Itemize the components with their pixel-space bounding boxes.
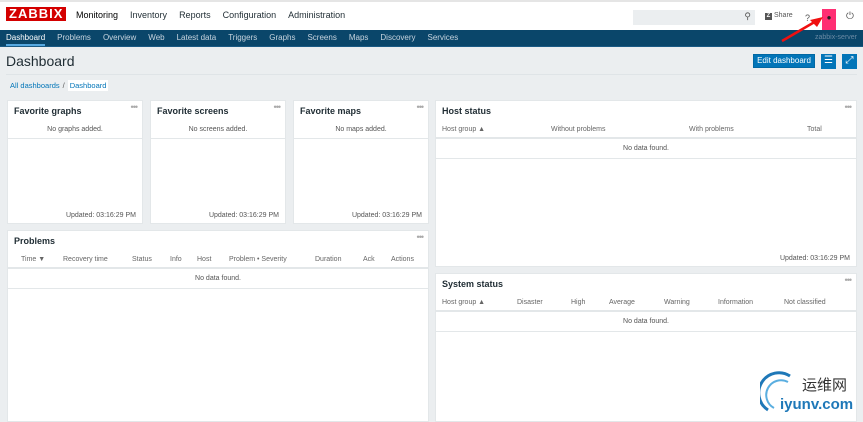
table-header: Time ▼ Recovery time Status Info Host Pr… <box>8 251 428 269</box>
column-duration: Duration <box>315 256 342 263</box>
widget-host-status: Host status ••• Host group ▲ Without prob… <box>435 100 857 267</box>
divider <box>294 138 428 139</box>
column-without-problems: Without problems <box>551 126 606 133</box>
widget-title: Host status <box>442 106 492 116</box>
breadcrumb: All dashboards / Dashboard <box>10 80 109 91</box>
nav-triggers[interactable]: Triggers <box>228 33 257 46</box>
column-actions: Actions <box>391 256 414 263</box>
column-status: Status <box>132 256 152 263</box>
zabbix-logo[interactable]: ZABBIX <box>6 7 67 21</box>
table-row: No data found. <box>436 314 856 332</box>
column-warning: Warning <box>664 299 690 306</box>
widget-options-icon[interactable]: ••• <box>274 102 282 112</box>
updated-time: Updated: 03:16:29 PM <box>351 212 422 219</box>
column-problem-severity: Problem • Severity <box>229 256 287 263</box>
widget-options-icon[interactable]: ••• <box>845 275 853 285</box>
page-title: Dashboard <box>6 53 75 69</box>
search-icon[interactable]: ⚲ <box>744 11 751 22</box>
watermark-text-en: iyunv.com <box>780 396 854 413</box>
edit-dashboard-button[interactable]: Edit dashboard <box>753 54 815 68</box>
column-average: Average <box>609 299 635 306</box>
widget-options-icon[interactable]: ••• <box>845 102 853 112</box>
search-input[interactable]: ⚲ <box>633 10 755 25</box>
updated-time: Updated: 03:16:29 PM <box>208 212 279 219</box>
top-header: ZABBIX Monitoring Inventory Reports Conf… <box>0 0 863 30</box>
nav-services[interactable]: Services <box>428 33 459 46</box>
nav-latest-data[interactable]: Latest data <box>177 33 217 46</box>
empty-message: No data found. <box>195 275 241 282</box>
menu-administration[interactable]: Administration <box>288 10 345 20</box>
menu-inventory[interactable]: Inventory <box>130 10 167 20</box>
empty-message: No graphs added. <box>47 126 103 133</box>
column-information: Information <box>718 299 754 306</box>
column-ack: Ack <box>363 256 375 263</box>
column-high: High <box>571 299 586 306</box>
empty-message: No data found. <box>623 318 669 325</box>
table-row: No data found. <box>436 141 856 159</box>
widget-favorite-screens: Favorite screens ••• No screens added. Up… <box>150 100 286 224</box>
menu-reports[interactable]: Reports <box>179 10 211 20</box>
column-host: Host <box>197 256 212 263</box>
widget-title: Favorite screens <box>157 106 229 116</box>
nav-discovery[interactable]: Discovery <box>380 33 415 46</box>
column-total: Total <box>807 126 822 133</box>
empty-message: No maps added. <box>335 126 387 133</box>
column-host-group[interactable]: Host group ▲ <box>442 299 485 306</box>
updated-time: Updated: 03:16:29 PM <box>779 255 850 262</box>
menu-icon[interactable]: ☰ <box>821 54 836 69</box>
widget-title: Problems <box>14 236 56 246</box>
column-not-classified: Not classified <box>784 299 826 306</box>
widget-options-icon[interactable]: ••• <box>131 102 139 112</box>
widget-favorite-graphs: Favorite graphs ••• No graphs added. Upda… <box>7 100 143 224</box>
fullscreen-icon[interactable]: ⤢ <box>842 54 857 69</box>
logout-power-icon[interactable]: ⏻ <box>846 11 854 22</box>
table-row: No data found. <box>8 271 428 289</box>
widget-options-icon[interactable]: ••• <box>417 232 425 242</box>
breadcrumb-all-dashboards[interactable]: All dashboards <box>10 81 60 90</box>
column-recovery-time: Recovery time <box>63 256 108 263</box>
column-with-problems: With problems <box>689 126 734 133</box>
widget-title: System status <box>442 279 504 289</box>
share-icon: Z <box>765 13 772 20</box>
widget-options-icon[interactable]: ••• <box>417 102 425 112</box>
empty-message: No data found. <box>623 145 669 152</box>
column-host-group[interactable]: Host group ▲ <box>442 126 485 133</box>
empty-message: No screens added. <box>188 126 248 133</box>
main-menu: Monitoring Inventory Reports Configurati… <box>76 10 345 20</box>
red-arrow-annotation <box>781 17 823 43</box>
widget-title: Favorite maps <box>300 106 362 116</box>
nav-maps[interactable]: Maps <box>349 33 369 46</box>
column-disaster: Disaster <box>517 299 543 306</box>
divider <box>8 138 142 139</box>
updated-time: Updated: 03:16:29 PM <box>65 212 136 219</box>
widget-title: Favorite graphs <box>14 106 82 116</box>
menu-configuration[interactable]: Configuration <box>223 10 277 20</box>
table-header: Host group ▲ Disaster High Average Warni… <box>436 294 856 312</box>
divider <box>6 74 857 75</box>
column-info: Info <box>170 256 182 263</box>
widget-favorite-maps: Favorite maps ••• No maps added. Updated:… <box>293 100 429 224</box>
breadcrumb-dashboard[interactable]: Dashboard <box>67 80 109 91</box>
watermark-text-cn: 运维网 <box>802 377 848 394</box>
column-time[interactable]: Time ▼ <box>21 256 45 263</box>
menu-monitoring[interactable]: Monitoring <box>76 10 118 20</box>
nav-screens[interactable]: Screens <box>307 33 336 46</box>
nav-overview[interactable]: Overview <box>103 33 136 46</box>
nav-web[interactable]: Web <box>148 33 164 46</box>
nav-graphs[interactable]: Graphs <box>269 33 295 46</box>
divider <box>151 138 285 139</box>
nav-dashboard[interactable]: Dashboard <box>6 33 46 46</box>
sub-navigation: Dashboard Problems Overview Web Latest d… <box>0 30 863 47</box>
table-header: Host group ▲ Without problems With probl… <box>436 121 856 139</box>
widget-problems: Problems ••• Time ▼ Recovery time Status … <box>7 230 429 422</box>
nav-problems[interactable]: Problems <box>57 33 91 46</box>
